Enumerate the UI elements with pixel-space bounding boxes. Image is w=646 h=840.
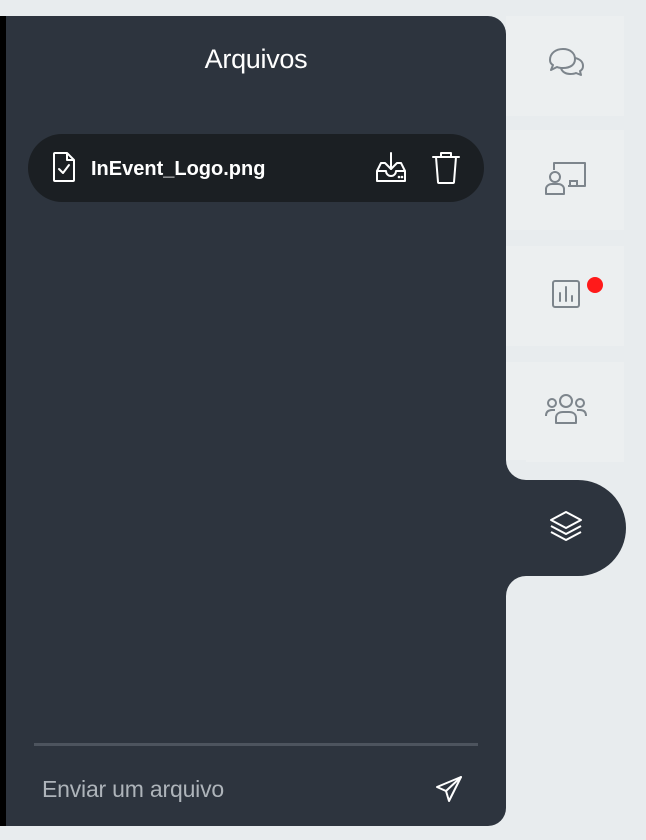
tab-polls[interactable] <box>506 246 624 346</box>
trash-icon[interactable] <box>430 151 462 185</box>
tab-corner-bottom <box>506 576 526 596</box>
file-name: InEvent_Logo.png <box>91 158 266 180</box>
presenter-screen-icon <box>545 162 586 195</box>
file-list-item[interactable]: InEvent_Logo.png <box>28 134 484 202</box>
notification-badge <box>587 277 603 293</box>
tab-chat[interactable] <box>506 16 624 116</box>
tab-corner-top <box>506 460 526 480</box>
chat-bubbles-icon <box>549 48 584 76</box>
bar-chart-icon <box>552 280 580 308</box>
app-root: Arquivos InEvent_Logo.png Enviar um arqu… <box>0 0 646 840</box>
upload-file-input[interactable]: Enviar um arquivo <box>42 776 224 803</box>
tab-presenter[interactable] <box>506 130 624 230</box>
panel-title: Arquivos <box>204 44 308 74</box>
file-check-icon <box>53 152 75 182</box>
layers-icon <box>550 511 582 541</box>
files-panel: Arquivos InEvent_Logo.png Enviar um arqu… <box>6 16 506 826</box>
footer-divider <box>34 743 478 746</box>
tab-files[interactable] <box>486 480 626 576</box>
tab-people[interactable] <box>506 362 624 462</box>
download-icon[interactable] <box>374 151 408 185</box>
people-group-icon <box>545 394 587 424</box>
paper-plane-icon[interactable] <box>434 774 464 804</box>
